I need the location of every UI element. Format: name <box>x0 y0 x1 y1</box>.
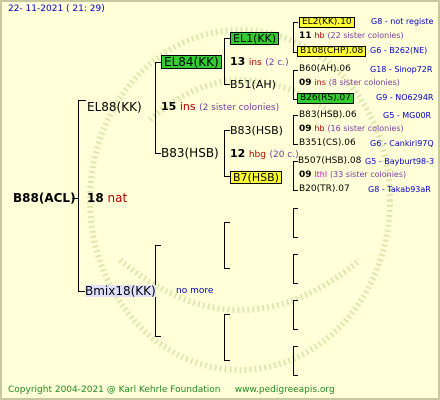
root-queen-info: 18 nat <box>87 192 127 204</box>
gen2-b-name[interactable]: B83(HSB) <box>161 147 219 159</box>
gen4-info-2: G6 - B262(NE) <box>370 46 428 55</box>
gen2-b-info: 12 hbg (20 c.) <box>230 147 299 160</box>
report-date: 22- 11-2021 ( 21: 29) <box>8 4 105 14</box>
gen4-count-row-10: 09 lthl (33 sister colonies) <box>299 170 407 180</box>
gen3-d-name[interactable]: B7(HSB) <box>230 171 282 184</box>
gen1-bottom-note: no more <box>176 286 214 296</box>
gen3-a-name[interactable]: EL1(KK) <box>230 32 280 45</box>
gen1-bottom-name[interactable]: Bmix18(KK) <box>85 285 156 297</box>
gen4-name-5[interactable]: B26(RS).07 <box>297 93 354 104</box>
gen4-count-row-7: 09 hb (16 sister colonies) <box>299 124 404 134</box>
gen4-info-6: G5 - MG00R <box>383 111 432 120</box>
gen4-info-11: G8 - Takab93aR <box>368 185 431 194</box>
gen2-a-name[interactable]: EL84(KK) <box>161 55 222 69</box>
gen4-info-5: G9 - NO6294R <box>376 93 434 102</box>
gen4-name-11[interactable]: B20(TR).07 <box>299 185 350 194</box>
footer-copyright: Copyright 2004-2021 @ Karl Kehrle Founda… <box>8 385 221 395</box>
gen4-info-9: G5 - Bayburt98-3 <box>365 157 435 166</box>
gen4-info-0: G8 - not registe <box>371 17 434 26</box>
gen2-a-info: 13 ins (2 c.) <box>230 55 289 68</box>
gen4-name-2[interactable]: B108(CHP).08 <box>297 46 367 57</box>
root-queen-name[interactable]: B88(ACL) <box>13 192 76 204</box>
footer-url[interactable]: www.pedigreeapis.org <box>235 385 335 395</box>
root-race: nat <box>107 191 128 205</box>
footer: Copyright 2004-2021 @ Karl Kehrle Founda… <box>8 386 335 395</box>
gen1-top-name[interactable]: EL88(KK) <box>87 101 142 113</box>
gen4-info-3: G18 - Sinop72R <box>370 65 433 74</box>
gen4-name-3[interactable]: B60(AH).06 <box>299 65 351 74</box>
gen1-top-info: 15 ins (2 sister colonies) <box>161 100 280 113</box>
gen4-name-8[interactable]: B351(CS).06 <box>299 139 356 148</box>
gen4-name-9[interactable]: B507(HSB).08 <box>298 157 361 166</box>
gen3-b-name[interactable]: B51(AH) <box>230 79 276 90</box>
gen3-c-name[interactable]: B83(HSB) <box>230 125 283 136</box>
gen4-name-0[interactable]: EL2(KK).10 <box>299 17 355 28</box>
gen4-count-row-4: 09 ins (8 sister colonies) <box>299 78 400 88</box>
gen4-info-8: G6 - Cankiri97Q <box>370 139 434 148</box>
gen4-name-6[interactable]: B83(HSB).06 <box>299 111 357 120</box>
root-count: 18 <box>87 191 104 205</box>
gen4-count-row-1: 11 hb (22 sister colonies) <box>299 31 404 41</box>
